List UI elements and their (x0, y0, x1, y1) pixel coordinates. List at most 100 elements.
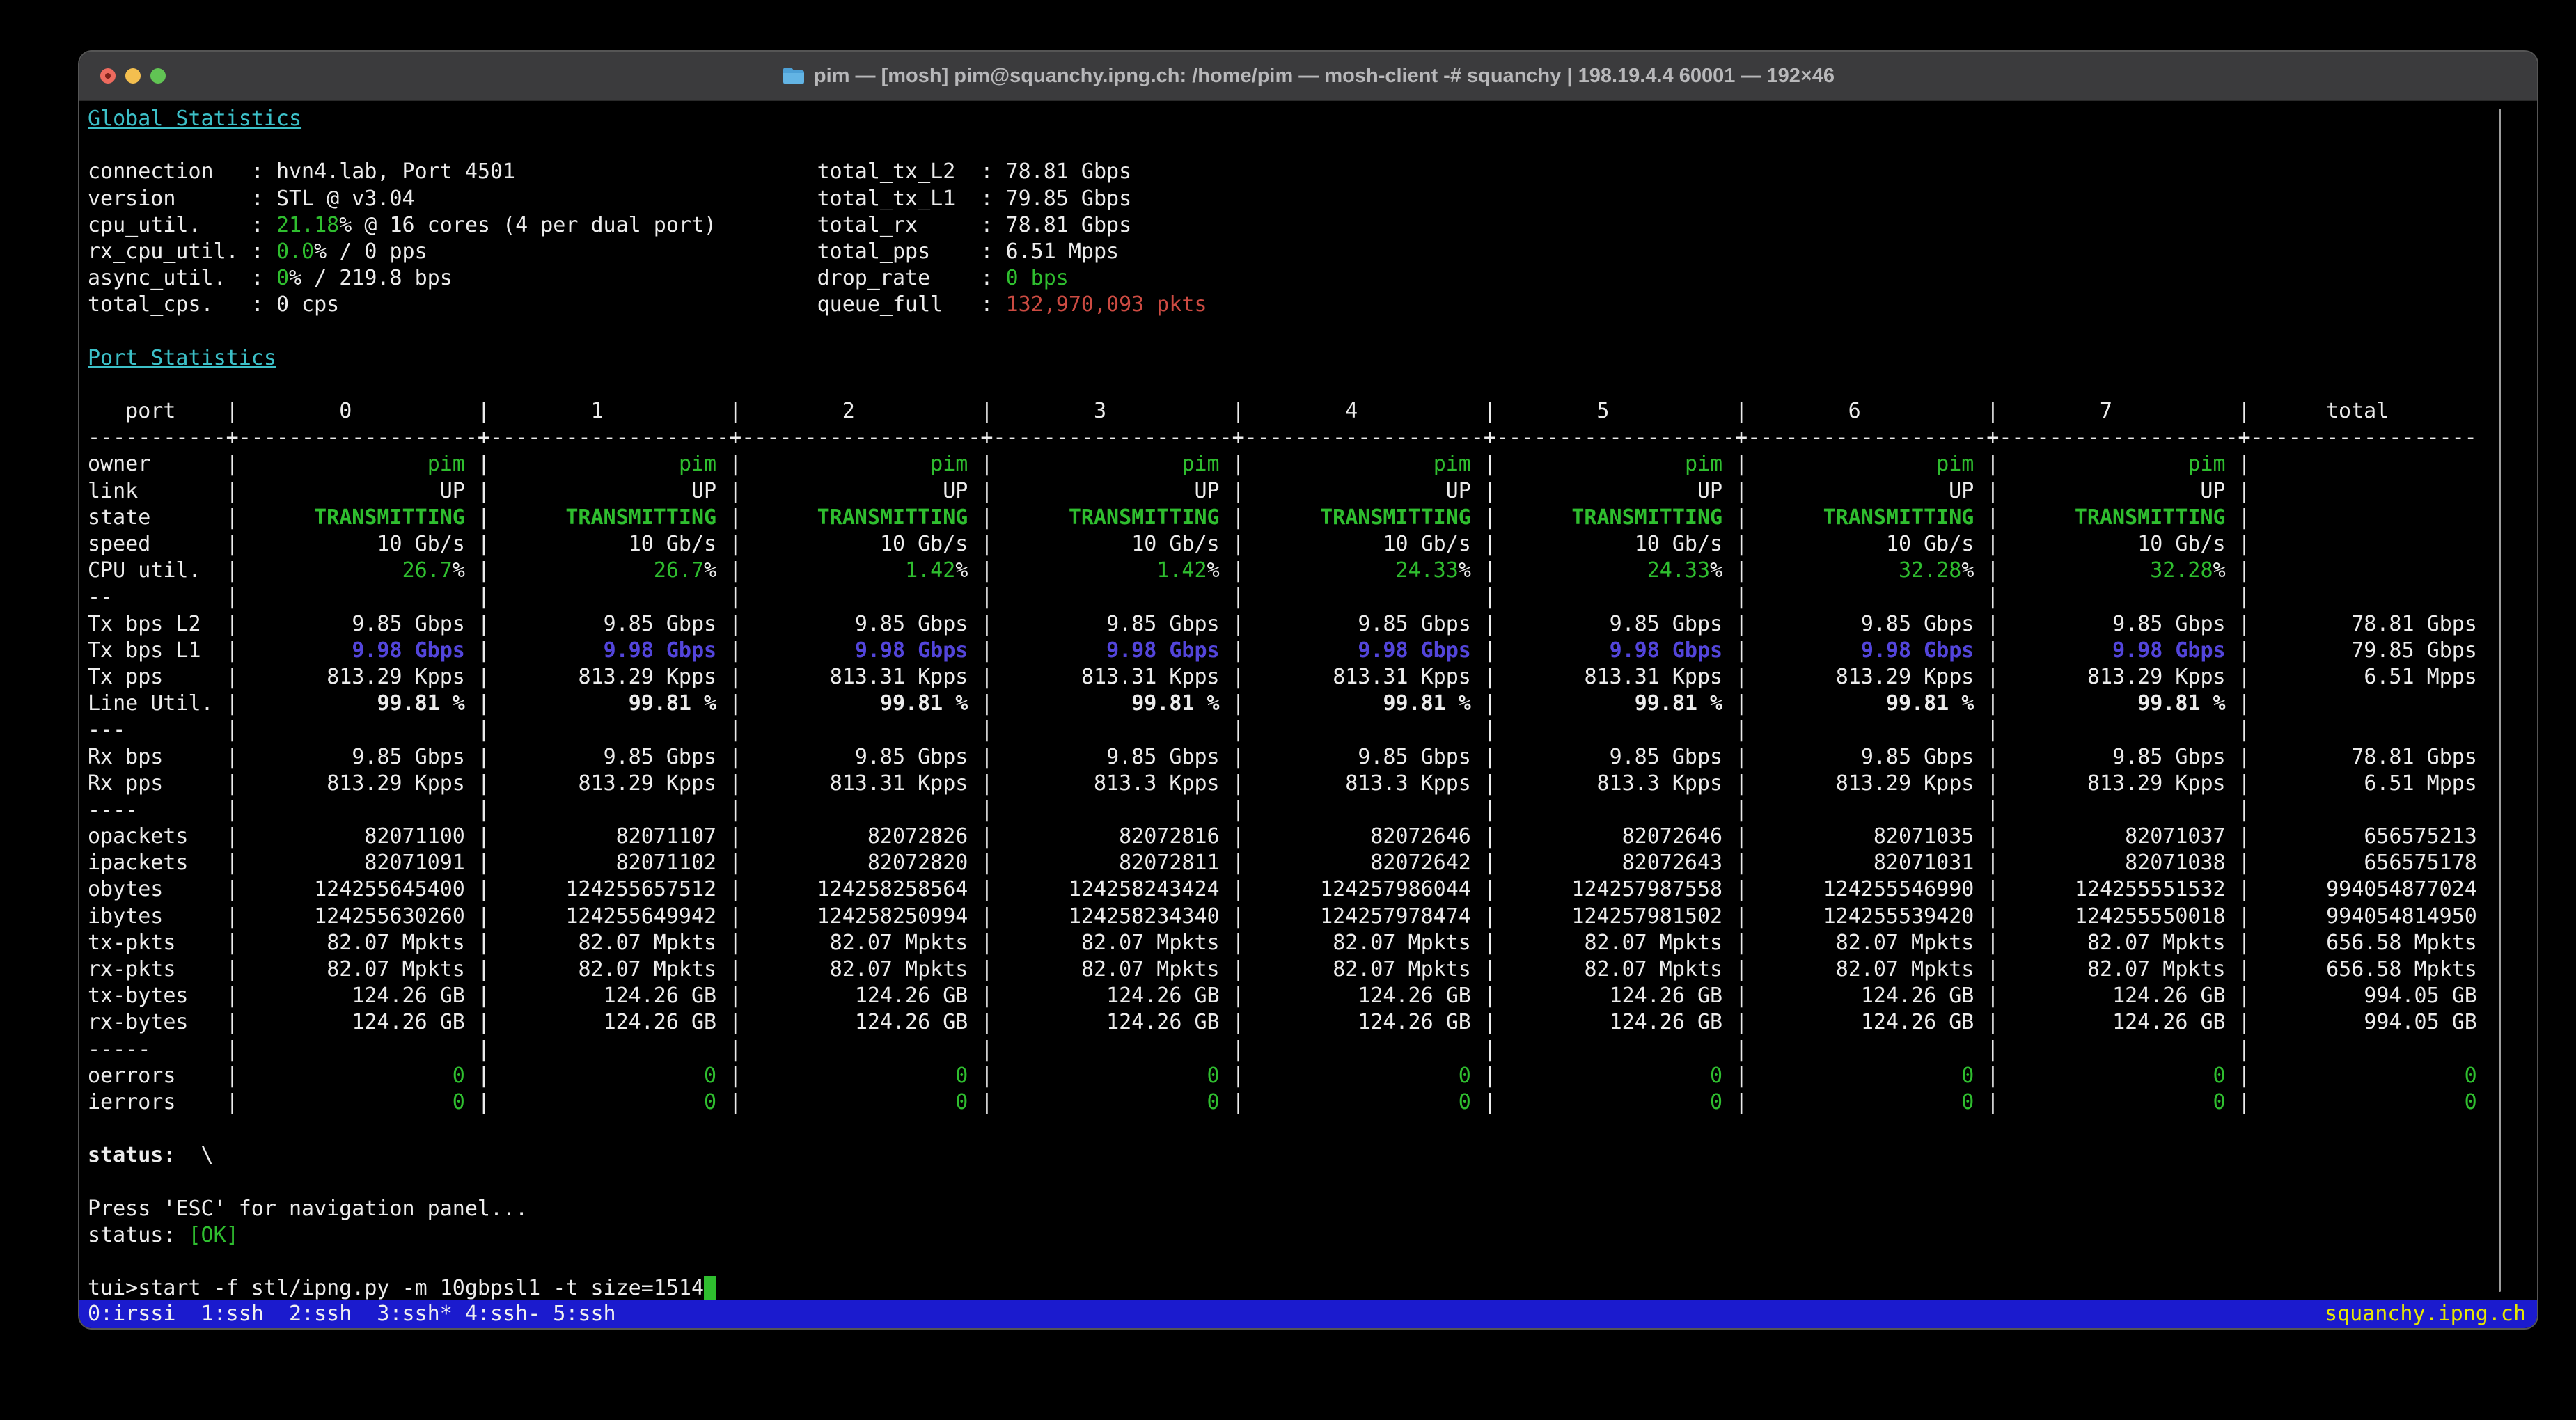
opackets-port-7: 82071037 (2125, 824, 2226, 849)
row-label-link: link | (88, 479, 239, 503)
column-header-7: 7 | (1999, 399, 2250, 423)
command-prompt-line: tui>start -f stl/ipng.py -m 10gbpsl1 -t … (88, 1275, 2537, 1302)
state-port-7: TRANSMITTING (2075, 505, 2226, 530)
section-separator: --- | | | | | | | | | (88, 717, 2537, 743)
tx-pkts-total: 656.58 Mpkts (2326, 931, 2477, 955)
table-row-tx-bps-l1: Tx bps L1 | 9.98 Gbps | 9.98 Gbps | 9.98… (88, 638, 2537, 664)
row-label-tx-pps: Tx pps | (88, 665, 239, 689)
link-port-6: UP (1949, 479, 1974, 503)
cursor-block (704, 1276, 716, 1300)
tx-bps-l2-port-5: 9.85 Gbps (1610, 612, 1723, 636)
oerrors-port-4: 0 (1459, 1064, 1471, 1088)
speed-port-2: 10 Gb/s (880, 532, 968, 556)
titlebar[interactable]: pim — [mosh] pim@squanchy.ipng.ch: /home… (79, 52, 2537, 101)
gs-label-cpu-util: cpu_util. : (88, 213, 276, 237)
cpu-util-port-0: 26.7 (402, 558, 453, 583)
tx-bytes-port-2: 124.26 GB (855, 984, 968, 1008)
terminal-screen[interactable]: Global Statistics connection : hvn4.lab, … (79, 100, 2537, 1328)
opackets-port-0: 82071100 (364, 824, 465, 849)
rx-bytes-port-6: 124.26 GB (1861, 1010, 1974, 1034)
gs-value-total-cps: 0 cps (276, 292, 339, 317)
tx-bps-l1-port-6: 9.98 Gbps (1861, 638, 1974, 663)
obytes-port-6: 124255546990 (1823, 877, 1974, 901)
tx-bps-l2-port-6: 9.85 Gbps (1861, 612, 1974, 636)
gs-label-total-tx-l1: total_tx_L1 : (817, 187, 1006, 211)
ipackets-port-2: 82072820 (867, 851, 968, 875)
row-label-oerrors: oerrors | (88, 1064, 239, 1088)
global-statistics-heading: Global Statistics (88, 106, 2537, 132)
line-util-port-2: 99.81 % (880, 691, 968, 716)
owner-port-3: pim (1181, 452, 1219, 476)
tx-bps-l1-port-2: 9.98 Gbps (855, 638, 968, 663)
ierrors-total: 0 (2465, 1090, 2477, 1114)
row-label-tx-bytes: tx-bytes | (88, 984, 239, 1008)
tx-bps-l1-port-0: 9.98 Gbps (352, 638, 465, 663)
window-title: pim — [mosh] pim@squanchy.ipng.ch: /home… (782, 65, 1835, 88)
blank-line (88, 1116, 2537, 1142)
rx-pkts-port-7: 82.07 Mpkts (2087, 957, 2226, 981)
rx-pkts-total: 656.58 Mpkts (2326, 957, 2477, 981)
row-label-opackets: opackets | (88, 824, 239, 849)
table-row-speed: speed | 10 Gb/s | 10 Gb/s | 10 Gb/s | 10… (88, 531, 2537, 558)
tx-bps-l2-port-0: 9.85 Gbps (352, 612, 465, 636)
gs-value-cpu-util: % @ 16 cores (4 per dual port) (339, 213, 716, 237)
row-label-rx-pps: Rx pps | (88, 771, 239, 796)
status-label-2: status: (88, 1223, 189, 1247)
blank-line (88, 132, 2537, 159)
column-header-5: 5 | (1496, 399, 1748, 423)
row-label-tx-bps-l2: Tx bps L2 | (88, 612, 239, 636)
tmux-status-bar: 0:irssi 1:ssh 2:ssh 3:ssh* 4:ssh- 5:ssh … (79, 1300, 2537, 1328)
tx-bps-l2-port-3: 9.85 Gbps (1106, 612, 1220, 636)
tx-bps-l1-port-7: 9.98 Gbps (2112, 638, 2226, 663)
obytes-port-2: 124258258564 (817, 877, 968, 901)
tx-pkts-port-0: 82.07 Mpkts (327, 931, 465, 955)
rx-pps-port-3: 813.3 Kpps (1094, 771, 1220, 796)
row-label-line-util: Line Util. | (88, 691, 239, 716)
ierrors-port-0: 0 (453, 1090, 465, 1114)
close-button[interactable] (100, 68, 116, 84)
line-util-port-0: 99.81 % (377, 691, 464, 716)
ierrors-port-3: 0 (1207, 1090, 1220, 1114)
tx-bps-l2-port-2: 9.85 Gbps (855, 612, 968, 636)
global-row-connection: connection : hvn4.lab, Port 4501 total_t… (88, 159, 2537, 185)
table-row-owner: owner | pim | pim | pim | pim | pim | pi… (88, 451, 2537, 478)
obytes-port-1: 124255657512 (565, 877, 716, 901)
cpu-util-port-3-unit: % (1207, 558, 1220, 583)
link-port-7: UP (2200, 479, 2225, 503)
row-label-obytes: obytes | (88, 877, 239, 901)
link-port-3: UP (1194, 479, 1219, 503)
ipackets-port-7: 82071038 (2125, 851, 2226, 875)
rx-pkts-port-4: 82.07 Mpkts (1333, 957, 1471, 981)
column-header-4: 4 | (1245, 399, 1496, 423)
gs-label-total-rx: total_rx : (817, 213, 1006, 237)
link-port-1: UP (691, 479, 716, 503)
owner-port-7: pim (2188, 452, 2225, 476)
tx-bytes-port-5: 124.26 GB (1610, 984, 1723, 1008)
row-label-ibytes: ibytes | (88, 904, 239, 929)
gs-label-async-util: async_util. : (88, 266, 276, 290)
gs-value-total-tx-l2: 78.81 Gbps (1006, 159, 1132, 184)
ibytes-port-3: 124258234340 (1069, 904, 1220, 929)
status-label: status: (88, 1143, 175, 1167)
ibytes-port-4: 124257978474 (1320, 904, 1471, 929)
tx-bytes-port-6: 124.26 GB (1861, 984, 1974, 1008)
tx-pps-total: 6.51 Mpps (2364, 665, 2477, 689)
zoom-button[interactable] (150, 68, 166, 84)
window-title-text: pim — [mosh] pim@squanchy.ipng.ch: /home… (814, 65, 1835, 88)
oerrors-port-5: 0 (1710, 1064, 1722, 1088)
minimize-button[interactable] (125, 68, 141, 84)
rx-bps-port-7: 9.85 Gbps (2112, 745, 2226, 769)
rx-pps-port-7: 813.29 Kpps (2087, 771, 2226, 796)
speed-port-3: 10 Gb/s (1131, 532, 1219, 556)
cpu-util-port-2: 1.42 (905, 558, 955, 583)
cpu-util-port-3: 1.42 (1156, 558, 1207, 583)
owner-port-2: pim (930, 452, 968, 476)
table-row-oerrors: oerrors | 0 | 0 | 0 | 0 | 0 | 0 | 0 | 0 … (88, 1063, 2537, 1089)
rx-pps-port-0: 813.29 Kpps (327, 771, 465, 796)
ierrors-port-4: 0 (1459, 1090, 1471, 1114)
opackets-port-2: 82072826 (867, 824, 968, 849)
tx-bps-l2-port-4: 9.85 Gbps (1358, 612, 1471, 636)
row-label-state: state | (88, 505, 239, 530)
cpu-util-port-7: 32.28 (2150, 558, 2213, 583)
scrollbar[interactable] (2499, 109, 2501, 1292)
